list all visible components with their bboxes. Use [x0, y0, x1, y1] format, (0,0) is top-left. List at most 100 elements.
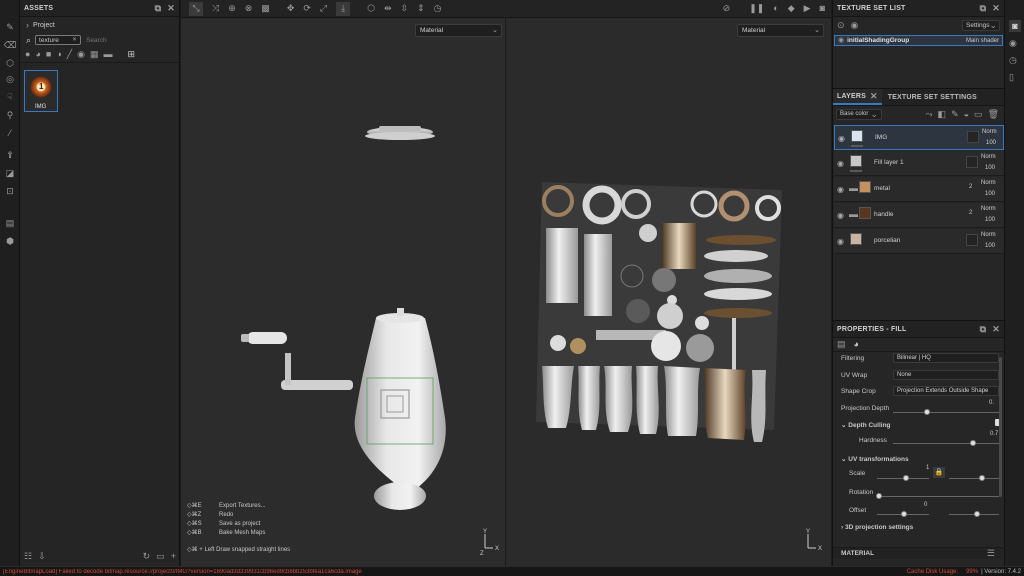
picker-icon[interactable]: ⁄ — [3, 126, 17, 140]
mask-icon[interactable]: ⊗ — [245, 4, 253, 13]
layer-row[interactable]: ◉ IMG Norm 100 — [834, 125, 1004, 150]
scale-v-knob[interactable] — [979, 475, 985, 481]
scale-value[interactable]: 1 — [926, 465, 929, 471]
bake-icon[interactable]: ⇪ — [3, 148, 17, 162]
tree-root[interactable]: › Project — [20, 17, 179, 33]
settings-dropdown[interactable]: Settings ⌄ — [962, 19, 1000, 31]
uv-icon[interactable]: ⤨ — [212, 4, 219, 13]
image-filter-icon[interactable]: ▬ — [104, 50, 113, 59]
mirror-z-icon[interactable]: ⇕ — [417, 4, 425, 13]
refresh-icon[interactable]: ↻ — [143, 551, 151, 561]
viewport-3d[interactable]: Material ⌄ ◇⌘E Export Textures... ◇⌘Z Re… — [181, 18, 506, 566]
status-error[interactable]: [EngineBitmapLoad] Failed to decode bitm… — [3, 569, 907, 575]
eye-icon[interactable]: ◉ — [837, 185, 844, 194]
depthculling-label[interactable]: ⌄ Depth Culling — [841, 421, 891, 429]
tab-layers[interactable]: LAYERS ✕ — [833, 89, 882, 105]
add-mask-icon[interactable]: ◧ — [938, 109, 947, 119]
transform-icon[interactable]: ⤡ — [189, 1, 203, 16]
display-settings-icon[interactable]: ◙ — [1009, 20, 1021, 32]
offset-u-knob[interactable] — [901, 511, 907, 517]
grid-icon[interactable]: ▩ — [261, 4, 270, 13]
layer-blend-mode[interactable]: Norm — [981, 232, 996, 238]
offset-value[interactable]: 0 — [924, 502, 927, 508]
delete-icon[interactable]: 🗑 — [988, 109, 999, 119]
proj3d-label[interactable]: › 3D projection settings — [841, 524, 913, 531]
eye-icon[interactable]: ◉ — [837, 237, 844, 246]
eye-icon[interactable]: ◉ — [837, 159, 844, 168]
asset-thumbnail-img[interactable]: 1 IMG — [24, 70, 58, 112]
brush-icon[interactable]: ✎ — [3, 20, 17, 34]
visibility-toggle-icon[interactable]: ⊙ — [837, 20, 845, 30]
channel-select[interactable]: Base color ⌄ — [836, 108, 882, 120]
layer-blend-mode[interactable]: Norm — [981, 206, 996, 212]
procedural-filter-icon[interactable]: ◑ — [56, 50, 61, 59]
smudge-icon[interactable]: ☟ — [3, 90, 17, 104]
menu-icon[interactable]: ☰ — [987, 549, 995, 558]
hardness-value[interactable]: 0.7 — [990, 431, 998, 437]
eye-icon[interactable]: ◉ — [838, 37, 844, 44]
folder-icon[interactable]: ▭ — [156, 551, 165, 561]
move-icon[interactable]: ✥ — [287, 4, 295, 13]
export-icon[interactable]: ⊡ — [3, 184, 17, 198]
clear-filter-icon[interactable]: ✕ — [72, 37, 77, 43]
properties-scrollbar[interactable] — [999, 357, 1002, 497]
eye-icon[interactable]: ◉ — [837, 211, 844, 220]
eye-icon[interactable]: ◉ — [838, 134, 845, 143]
rotation-slider[interactable] — [877, 496, 999, 497]
grid-view-icon[interactable]: ⊞ — [128, 50, 136, 59]
uvtrans-label[interactable]: ⌄ UV transformations — [841, 455, 909, 463]
shapecrop-select[interactable]: Projection Extends Outside Shape — [893, 386, 999, 396]
polygon-fill-icon[interactable]: ◪ — [3, 166, 17, 180]
filtering-select[interactable]: Bilinear | HQ — [893, 353, 999, 363]
texture-filter-icon[interactable]: ■ — [46, 50, 51, 59]
render-icon[interactable]: ◆ — [788, 4, 795, 13]
shader-settings-icon[interactable]: ◉ — [1009, 39, 1017, 48]
material-filter-icon[interactable]: ● — [25, 50, 30, 59]
close-icon[interactable]: ✕ — [870, 91, 878, 101]
hardness-slider[interactable] — [893, 443, 999, 444]
eraser-icon[interactable]: ⌫ — [3, 38, 17, 52]
texture-set-entry[interactable]: ◉ initialShadingGroup Main shader — [834, 35, 1003, 46]
float-icon[interactable]: ⧉ — [980, 324, 987, 334]
cube-view-icon[interactable]: ⬡ — [367, 4, 375, 13]
projdepth-knob[interactable] — [924, 409, 930, 415]
layer-opacity[interactable]: 100 — [985, 217, 995, 223]
add-effect-icon[interactable]: ⤳ — [925, 109, 932, 119]
layer-row[interactable]: ◉ Fill layer 1 Norm 100 — [834, 151, 1004, 176]
cube-icon[interactable]: ⬢ — [3, 234, 17, 248]
brush-filter-icon[interactable]: ╱ — [67, 50, 72, 59]
layer-opacity[interactable]: 100 — [985, 191, 995, 197]
symmetry-icon[interactable]: ⊕ — [228, 4, 236, 13]
add-fill-layer-icon[interactable]: ◒ — [964, 109, 969, 119]
search-input[interactable]: Search — [86, 37, 107, 44]
rotation-knob[interactable] — [876, 493, 882, 499]
tab-texture-set-settings[interactable]: TEXTURE SET SETTINGS — [882, 94, 983, 101]
log-icon[interactable]: ▯ — [1009, 73, 1014, 82]
mirror-x-icon[interactable]: ⇹ — [384, 4, 392, 13]
scale-icon[interactable]: ⤢ — [320, 4, 327, 13]
close-icon[interactable]: ✕ — [167, 3, 175, 13]
material-section-header[interactable]: MATERIAL ☰ — [833, 547, 1003, 559]
layer-properties-icon[interactable]: ▤ — [837, 340, 846, 349]
close-icon[interactable]: ✕ — [992, 324, 1000, 334]
layer-folder-row[interactable]: ◉ ▬ handle 2 Norm 100 — [834, 203, 1004, 228]
add-folder-icon[interactable]: ▭ — [974, 109, 983, 119]
particles-filter-icon[interactable]: ◉ — [77, 50, 85, 59]
camera-reset-icon[interactable]: ◷ — [434, 4, 442, 13]
import-icon[interactable]: ⇩ — [38, 551, 46, 561]
grid-filter-icon[interactable]: ▦ — [90, 50, 99, 59]
screenshot-icon[interactable]: ◙ — [820, 4, 825, 13]
doc-icon[interactable]: ▤ — [3, 216, 17, 230]
scale-v-slider[interactable] — [949, 478, 999, 479]
eye-icon[interactable]: ◉ — [851, 20, 859, 30]
history-icon[interactable]: ◷ — [1009, 56, 1017, 65]
offset-v-knob[interactable] — [974, 511, 980, 517]
layer-mask[interactable] — [967, 131, 979, 143]
layer-folder-row[interactable]: ◉ ▬ metal 2 Norm 100 — [834, 177, 1004, 202]
float-icon[interactable]: ⧉ — [980, 3, 987, 13]
pause-icon[interactable]: ❚❚ — [749, 4, 764, 13]
lock-icon[interactable]: 🔒 — [933, 467, 945, 478]
projdepth-value[interactable]: 0. — [989, 400, 994, 406]
clone-icon[interactable]: ⚲ — [3, 108, 17, 122]
layer-opacity[interactable]: 100 — [985, 165, 995, 171]
